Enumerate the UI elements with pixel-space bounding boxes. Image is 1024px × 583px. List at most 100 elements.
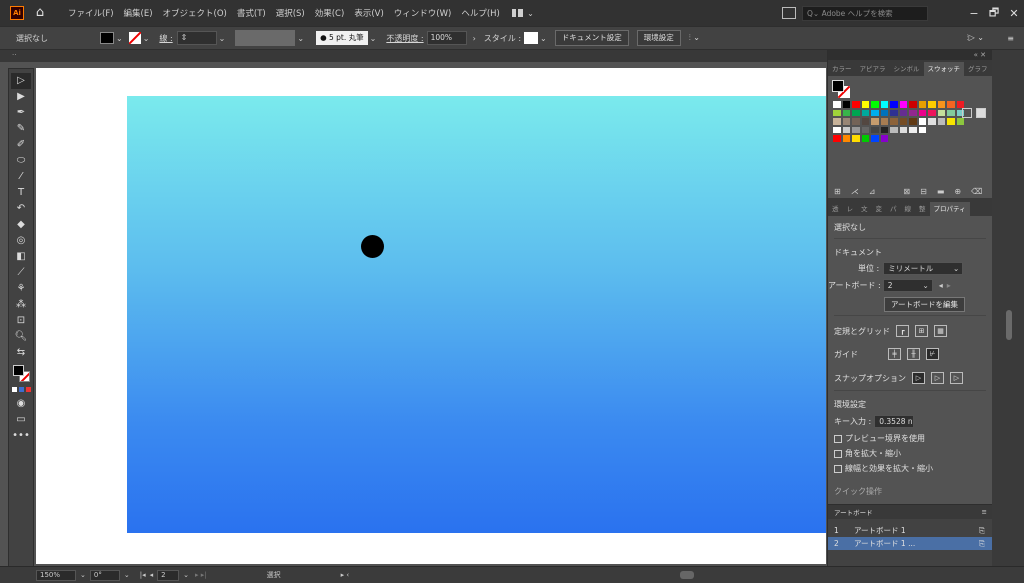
color-swatch[interactable]: [946, 117, 956, 126]
help-search-input[interactable]: Q⌄ Adobe ヘルプを検索: [802, 5, 928, 21]
rulers-icon[interactable]: ┏: [896, 325, 909, 337]
color-swatch[interactable]: [936, 117, 946, 126]
new-color-group-icon[interactable]: ⊠: [903, 187, 910, 196]
color-swatch[interactable]: [860, 117, 870, 126]
artboard[interactable]: [36, 68, 826, 564]
black-circle[interactable]: [361, 235, 384, 258]
chevron-down-icon[interactable]: ⌄: [219, 34, 226, 43]
next-artboard-icon[interactable]: ▸ ▸|: [195, 571, 207, 579]
artboard-options-icon[interactable]: ⎘: [971, 526, 993, 536]
color-swatch[interactable]: [917, 108, 927, 117]
lock-guides-icon[interactable]: ╫: [907, 348, 920, 360]
snap-to-point-icon[interactable]: ▷: [912, 372, 925, 384]
menu-help[interactable]: ヘルプ(H): [461, 7, 500, 19]
tab-swatches[interactable]: スウォッチ: [923, 62, 964, 76]
fill-color-box[interactable]: [13, 365, 24, 376]
color-swatch[interactable]: [870, 108, 880, 117]
pen-tool-icon[interactable]: ✒: [11, 105, 31, 121]
color-swatch[interactable]: [889, 108, 899, 117]
color-swatch[interactable]: [841, 125, 851, 134]
edit-artboards-button[interactable]: アートボードを編集: [884, 296, 966, 312]
color-swatch[interactable]: [898, 108, 908, 117]
color-swatch[interactable]: [832, 117, 842, 126]
panel-menu-icon[interactable]: ≡: [1007, 34, 1014, 43]
color-swatch[interactable]: [927, 108, 937, 117]
stroke-label[interactable]: 線 :: [159, 33, 172, 44]
swatch-grid[interactable]: [832, 100, 988, 143]
color-swatch[interactable]: [889, 100, 899, 109]
tab-character[interactable]: 文: [857, 202, 872, 216]
variable-width-profile[interactable]: [235, 30, 296, 46]
color-swatch[interactable]: [936, 108, 946, 117]
tab-transform[interactable]: 変: [872, 202, 887, 216]
pixel-grid-icon[interactable]: ▦: [934, 325, 947, 337]
draw-mode-icon[interactable]: ◉: [11, 396, 31, 412]
tab-transparency[interactable]: 透: [828, 202, 843, 216]
stroke-swatch[interactable]: [128, 32, 141, 44]
tab-align[interactable]: 整: [915, 202, 930, 216]
restore-button[interactable]: 🗗: [984, 4, 1004, 23]
eraser-tool-icon[interactable]: ◆: [11, 217, 31, 233]
fill-stroke-indicator[interactable]: [832, 80, 850, 98]
list-view-icon[interactable]: [962, 108, 972, 118]
menu-edit[interactable]: 編集(E): [124, 7, 153, 19]
scale-corners-checkbox[interactable]: [834, 449, 842, 458]
color-swatch[interactable]: [936, 100, 946, 109]
rotation-field[interactable]: 0°: [89, 569, 120, 581]
chevron-down-icon[interactable]: ⌄: [116, 34, 123, 43]
show-guides-icon[interactable]: ╪: [888, 348, 901, 360]
chevron-down-icon[interactable]: ⌄: [183, 571, 189, 579]
color-swatch[interactable]: [841, 134, 851, 143]
chevron-down-icon[interactable]: ⌄: [124, 571, 130, 579]
color-swatch[interactable]: [898, 125, 908, 134]
fill-swatch[interactable]: [100, 32, 114, 44]
chevron-right-icon[interactable]: ›: [473, 34, 476, 43]
color-swatch[interactable]: [908, 100, 918, 109]
artboard-prev-icon[interactable]: ◂: [939, 281, 943, 290]
grid-icon[interactable]: ⊞: [915, 325, 928, 337]
chevron-down-icon[interactable]: ⌄: [370, 34, 377, 43]
color-swatch[interactable]: [879, 108, 889, 117]
menu-window[interactable]: ウィンドウ(W): [394, 7, 452, 19]
color-swatch[interactable]: [927, 117, 937, 126]
color-swatch[interactable]: [927, 100, 937, 109]
color-swatch[interactable]: [917, 117, 927, 126]
rotate-tool-icon[interactable]: ↶: [11, 201, 31, 217]
new-swatch-icon[interactable]: ⊟: [920, 187, 927, 196]
snap-icon[interactable]: ⫶▷ ⌄: [967, 33, 984, 43]
color-swatch[interactable]: [898, 100, 908, 109]
add-icon[interactable]: ⊕: [954, 187, 961, 196]
color-swatch[interactable]: [917, 100, 927, 109]
close-button[interactable]: ✕: [1004, 7, 1024, 20]
ellipse-tool-icon[interactable]: ⬭: [11, 153, 31, 169]
folder-icon[interactable]: ▬: [937, 187, 945, 196]
brush-definition[interactable]: ● 5 pt. 丸筆: [316, 31, 368, 45]
menu-file[interactable]: ファイル(F): [68, 7, 114, 19]
menu-effect[interactable]: 効果(C): [315, 7, 345, 19]
tab-symbols[interactable]: シンボル: [890, 62, 924, 76]
more-tools-icon[interactable]: •••: [11, 428, 31, 444]
chevron-down-icon[interactable]: ⌄: [297, 34, 304, 43]
color-swatch[interactable]: [879, 125, 889, 134]
arrange-documents-icon[interactable]: [782, 7, 796, 19]
color-swatch[interactable]: [851, 117, 861, 126]
color-swatch[interactable]: [851, 108, 861, 117]
tab-graph[interactable]: グラフ: [964, 62, 992, 76]
menu-select[interactable]: 選択(S): [276, 7, 305, 19]
show-kinds-icon[interactable]: ⋌: [851, 187, 859, 196]
swatch-library-icon[interactable]: ⊞: [834, 187, 841, 196]
color-swatch[interactable]: [908, 125, 918, 134]
smart-guides-icon[interactable]: ⊬: [926, 348, 939, 360]
color-swatch[interactable]: [870, 117, 880, 126]
color-swatch[interactable]: [879, 134, 889, 143]
color-swatch[interactable]: [870, 125, 880, 134]
artboard-tool-icon[interactable]: ⊡: [11, 313, 31, 329]
screen-mode-icon[interactable]: ▭: [11, 412, 31, 428]
snap-to-pixel-icon[interactable]: ▷: [950, 372, 963, 384]
color-swatch[interactable]: [851, 100, 861, 109]
chevron-down-icon[interactable]: ⌄: [80, 571, 86, 579]
artboard-number-field[interactable]: 2: [157, 569, 180, 581]
artboard-options-icon[interactable]: ⎘: [971, 539, 993, 549]
color-swatch[interactable]: [889, 117, 899, 126]
color-swatch[interactable]: [898, 117, 908, 126]
